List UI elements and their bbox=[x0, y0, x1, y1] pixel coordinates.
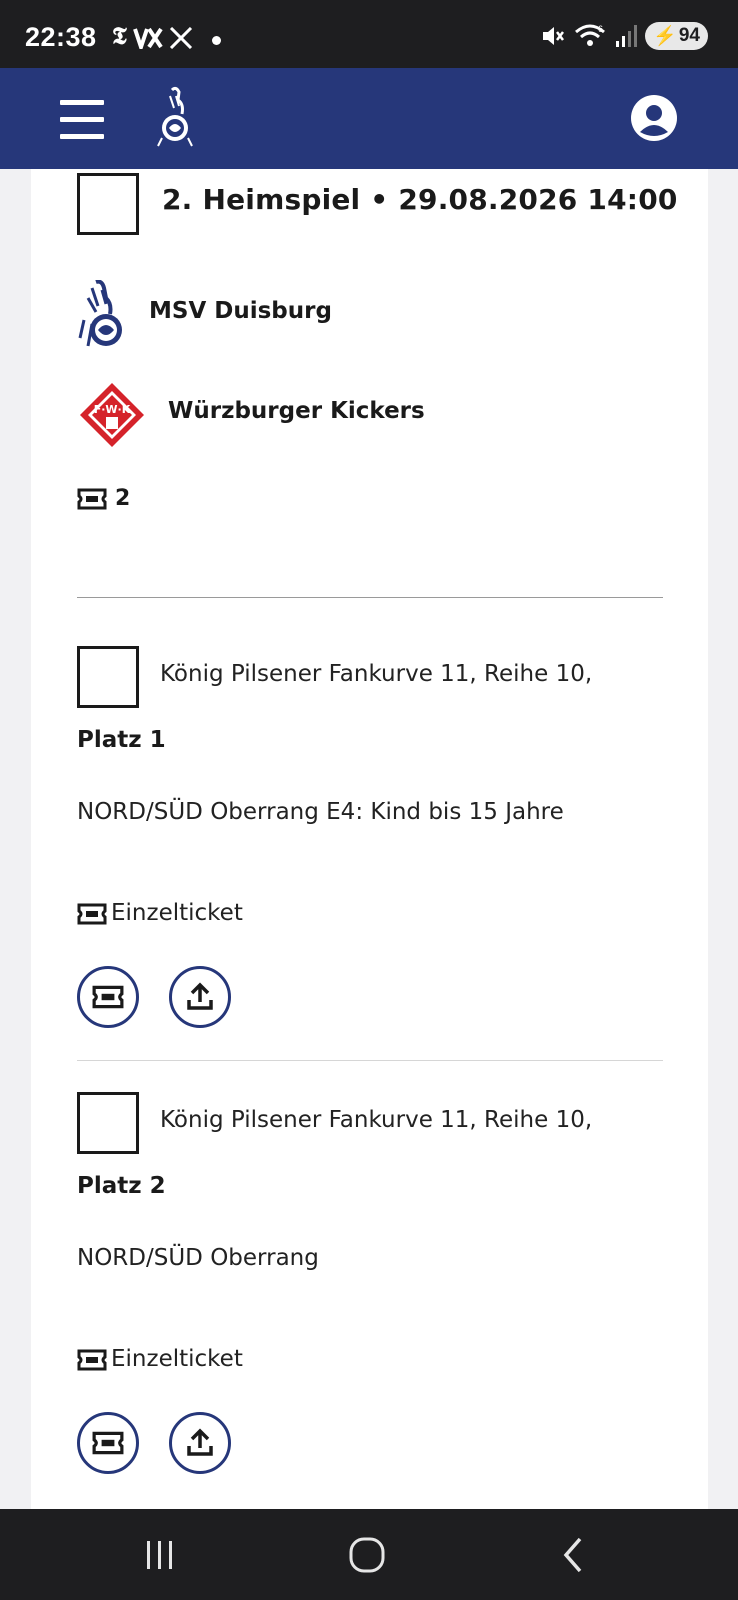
home-icon[interactable] bbox=[345, 1533, 389, 1577]
signal-icon bbox=[616, 25, 638, 47]
recent-apps-icon[interactable] bbox=[138, 1533, 182, 1577]
ticket-count: 2 bbox=[115, 486, 131, 511]
notification-dot bbox=[212, 36, 221, 45]
msv-zebra-logo[interactable] bbox=[152, 86, 198, 148]
ticket-icon bbox=[77, 903, 107, 925]
ticket-icon bbox=[92, 985, 124, 1009]
mute-icon bbox=[543, 27, 565, 45]
svg-text:6: 6 bbox=[598, 24, 603, 34]
home-team-name: MSV Duisburg bbox=[149, 298, 332, 324]
away-logo-text: F·W·K bbox=[94, 403, 131, 416]
ticket-icon bbox=[77, 488, 107, 510]
seat-location: König Pilsener Fankurve 11, Reihe 10, bbox=[160, 1107, 593, 1133]
seat-location: König Pilsener Fankurve 11, Reihe 10, bbox=[160, 661, 593, 687]
account-icon[interactable] bbox=[630, 94, 678, 142]
app-header bbox=[0, 68, 738, 169]
match-checkbox[interactable] bbox=[77, 173, 139, 235]
match-title: 2. Heimspiel • 29.08.2026 14:00 bbox=[162, 183, 678, 216]
ticket-type: Einzelticket bbox=[111, 900, 243, 926]
battery-level: 94 bbox=[678, 25, 700, 46]
status-bar: 22:38 𝕿 6 ⚡ 94 bbox=[0, 0, 738, 68]
wuerzburger-kickers-logo: F·W·K bbox=[80, 383, 144, 447]
seat-checkbox[interactable] bbox=[77, 646, 139, 708]
wifi-icon: 6 bbox=[575, 24, 606, 46]
section-divider bbox=[77, 597, 663, 598]
ticket-icon bbox=[92, 1431, 124, 1455]
status-time: 22:38 bbox=[25, 22, 97, 52]
newspaper-app-icon: 𝕿 bbox=[112, 24, 127, 50]
upload-icon bbox=[187, 1428, 213, 1456]
seat-number: Platz 2 bbox=[77, 1173, 166, 1199]
x-app-icon bbox=[169, 26, 192, 49]
seat-category: NORD/SÜD Oberrang bbox=[77, 1245, 319, 1271]
battery-indicator: ⚡ 94 bbox=[645, 22, 708, 50]
hamburger-menu-icon[interactable] bbox=[60, 100, 104, 140]
upload-icon bbox=[187, 982, 213, 1010]
charging-icon: ⚡ bbox=[653, 26, 677, 47]
seat-divider bbox=[77, 1060, 663, 1061]
share-ticket-button[interactable] bbox=[169, 966, 231, 1028]
show-ticket-button[interactable] bbox=[77, 1412, 139, 1474]
show-ticket-button[interactable] bbox=[77, 966, 139, 1028]
msv-duisburg-logo bbox=[78, 280, 122, 347]
ticket-card bbox=[31, 169, 708, 1509]
share-ticket-button[interactable] bbox=[169, 1412, 231, 1474]
away-team-name: Würzburger Kickers bbox=[168, 398, 425, 424]
seat-checkbox[interactable] bbox=[77, 1092, 139, 1154]
notification-app-icons: 𝕿 bbox=[112, 24, 193, 51]
ticket-icon bbox=[77, 1349, 107, 1371]
system-nav-bar bbox=[0, 1509, 738, 1600]
status-icons: 6 ⚡ 94 bbox=[539, 22, 708, 50]
back-icon[interactable] bbox=[552, 1533, 596, 1577]
ticket-type: Einzelticket bbox=[111, 1346, 243, 1372]
vx-app-icon bbox=[132, 27, 163, 49]
seat-number: Platz 1 bbox=[77, 727, 166, 753]
seat-category: NORD/SÜD Oberrang E4: Kind bis 15 Jahre bbox=[77, 799, 564, 825]
